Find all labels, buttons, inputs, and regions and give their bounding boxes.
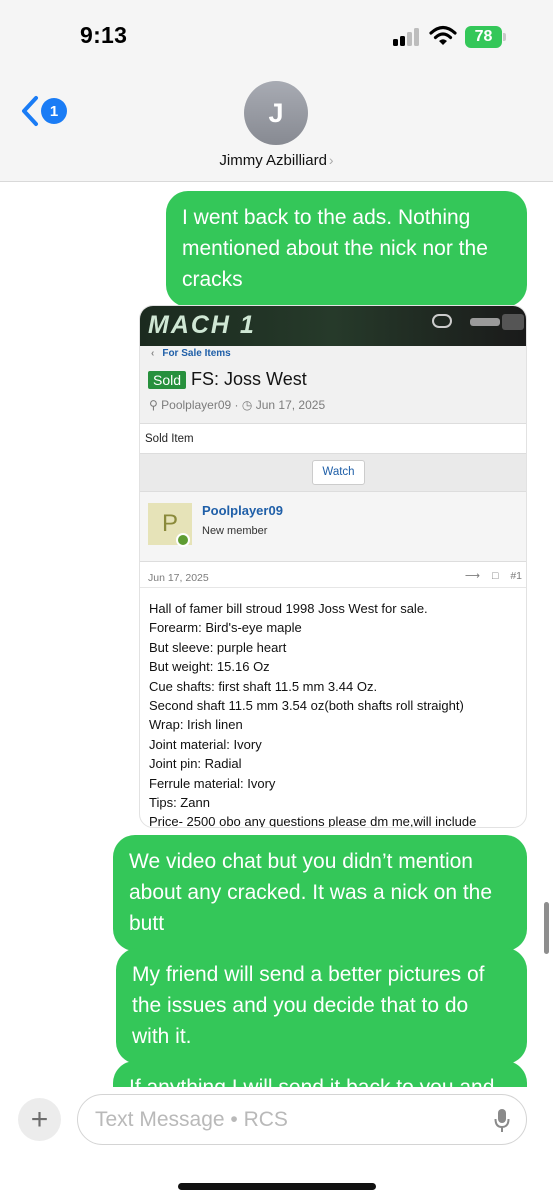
site-banner: MACH 1 [140,306,526,346]
status-time: 9:13 [80,22,128,48]
scroll-indicator[interactable] [544,902,549,954]
post-line: Ferrule material: Ivory [149,775,276,791]
thread-title-row: Sold FS: Joss West [148,369,307,390]
post-date: Jun 17, 2025 [148,572,209,584]
user-icon: ⚲ [149,398,158,412]
post-line: Wrap: Irish linen [149,717,243,733]
post-line: Cue shafts: first shaft 11.5 mm 3.44 Oz. [149,678,378,694]
bookmark-icon: □ [491,570,499,582]
cellular-signal-icon [393,28,421,46]
post-actions: ⟶ □ #1 [465,570,522,582]
post-meta: Jun 17, 2025 ⟶ □ #1 [140,562,526,588]
banner-decoration [470,318,500,326]
banner-decoration [502,314,524,330]
post-line: Price- 2500 obo any questions please dm … [149,814,477,828]
chevron-right-icon: › [328,152,334,168]
message-input-placeholder: Text Message • RCS [95,1108,288,1131]
thread-header: ‹ For Sale Items Sold FS: Joss West ⚲ Poo… [140,346,526,424]
post-number: #1 [510,570,522,582]
post-line: Tips: Zann [149,795,210,811]
post-line: But weight: 15.16 Oz [149,659,270,675]
user-role: New member [202,525,268,537]
contact-name[interactable]: Jimmy Azbilliard › [0,152,553,169]
battery-level: 78 [465,26,502,48]
chevron-left-icon: ‹ [151,348,155,359]
post-line: Joint pin: Radial [149,756,242,772]
meta-separator: · [234,398,239,412]
unread-badge: 1 [41,98,67,124]
thread-date: Jun 17, 2025 [255,398,326,412]
post-user-block: P Poolplayer09 New member [140,492,526,562]
add-attachment-button[interactable]: + [18,1098,61,1141]
message-bubble[interactable]: I went back to the ads. Nothing mentione… [166,191,527,307]
thread-title: FS: Joss West [191,369,307,389]
user-name: Poolplayer09 [202,503,283,518]
post-line: Hall of famer bill stroud 1998 Joss West… [149,601,428,616]
clock-icon: ◷ [241,398,253,412]
post-line: Forearm: Bird's-eye maple [149,620,302,636]
online-status-icon [176,533,190,547]
message-bubble[interactable]: My friend will send a better pictures of… [116,948,527,1064]
thread-meta: ⚲ Poolplayer09 · ◷ Jun 17, 2025 [149,398,325,412]
contact-name-label: Jimmy Azbilliard [219,152,327,169]
watch-bar: Watch [140,454,526,492]
contact-avatar[interactable]: J [244,81,308,145]
status-bar: 9:13 78 [0,0,553,76]
wifi-icon [429,25,457,45]
back-button[interactable]: 1 [18,94,67,128]
breadcrumb: ‹ For Sale Items [151,348,231,359]
breadcrumb-link: For Sale Items [162,348,231,359]
post-line: Joint material: Ivory [149,736,262,752]
microphone-icon[interactable] [494,1108,510,1134]
post-line: But sleeve: purple heart [149,639,287,655]
sold-item-label: Sold Item [140,424,526,454]
share-icon: ⟶ [464,570,480,582]
watch-button: Watch [312,460,365,485]
battery-icon: 78 [465,26,507,48]
message-bubble[interactable]: We video chat but you didn’t mention abo… [113,835,527,951]
thread-author: Poolplayer09 [161,398,232,412]
message-input[interactable]: Text Message • RCS [77,1094,527,1145]
banner-emblem-icon [432,314,452,328]
post-line: Second shaft 11.5 mm 3.54 oz(both shafts… [149,698,464,714]
banner-logo: MACH 1 [148,311,256,339]
home-indicator[interactable] [178,1183,376,1190]
sold-badge: Sold [148,370,187,389]
image-attachment[interactable]: MACH 1 ‹ For Sale Items Sold FS: Joss Wes… [139,305,527,828]
post-body: Hall of famer bill stroud 1998 Joss West… [140,588,526,828]
